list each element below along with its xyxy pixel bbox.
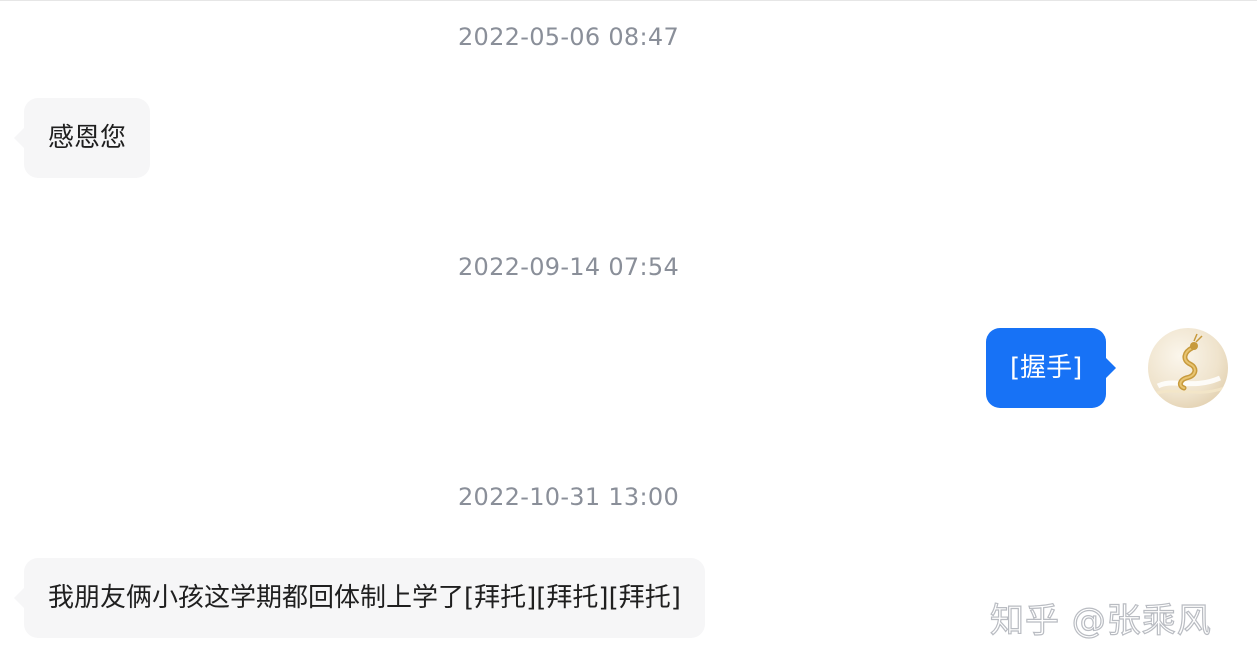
chat-conversation: 2022-05-06 08:47 感恩您 2022-09-14 07:54 [握… bbox=[0, 0, 1257, 667]
zhihu-watermark: 知乎 @张乘风 bbox=[989, 600, 1212, 641]
dragon-avatar-icon bbox=[1153, 333, 1225, 396]
message-timestamp: 2022-09-14 07:54 bbox=[457, 253, 680, 281]
message-text: 我朋友俩小孩这学期都回体制上学了[拜托][拜托][拜托] bbox=[48, 583, 681, 613]
outgoing-message-bubble[interactable]: [握手] bbox=[986, 328, 1117, 408]
message-timestamp: 2022-05-06 08:47 bbox=[457, 23, 680, 51]
incoming-message-bubble[interactable]: 我朋友俩小孩这学期都回体制上学了[拜托][拜托][拜托] bbox=[14, 558, 705, 638]
incoming-message-bubble[interactable]: 感恩您 bbox=[13, 98, 151, 178]
message-text: [握手] bbox=[1010, 353, 1083, 383]
message-text: 感恩您 bbox=[48, 123, 127, 153]
message-timestamp: 2022-10-31 13:00 bbox=[457, 483, 680, 511]
user-avatar[interactable] bbox=[1148, 328, 1228, 408]
